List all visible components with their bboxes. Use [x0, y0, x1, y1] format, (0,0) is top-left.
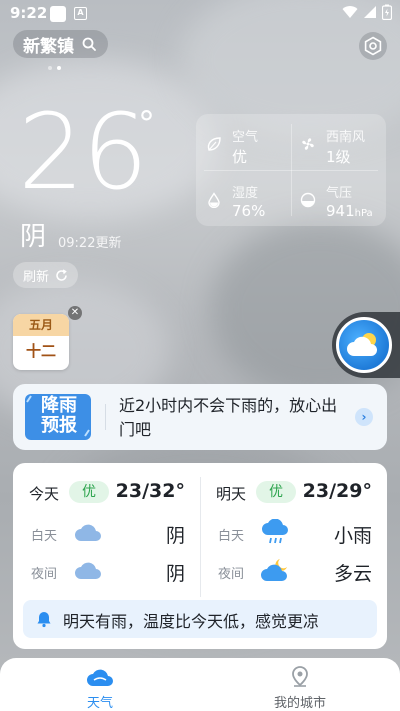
wind-metric: 西南风 1级: [294, 118, 384, 168]
a-notification-icon: A: [74, 7, 87, 20]
today-night-condition: 阴: [165, 563, 185, 585]
badge-line-1: 降雨: [41, 395, 77, 416]
chevron-right-icon[interactable]: ›: [355, 408, 373, 426]
status-bar: 9:22 A: [0, 0, 400, 28]
signal-icon: [364, 6, 376, 18]
today-night-row: 夜间 阴: [29, 555, 193, 585]
today-temp-range: 23/32°: [115, 480, 185, 502]
forecast-tip: 明天有雨，温度比今天低，感觉更凉: [23, 600, 377, 638]
lunar-day: 十二: [25, 342, 56, 360]
rain-forecast-banner[interactable]: 降雨 预报 近2小时内不会下雨的，放心出门吧 ›: [13, 384, 387, 450]
daily-forecast-card[interactable]: 今天 优 23/32° 白天 阴 夜间 阴 明天 优 23/29° 白天 小雨 …: [13, 463, 387, 649]
refresh-label: 刷新: [23, 269, 50, 285]
tomorrow-temp-range: 23/29°: [302, 480, 372, 502]
cloud-icon: [75, 524, 101, 541]
rain-forecast-badge: 降雨 预报: [23, 392, 95, 442]
tomorrow-day-condition: 小雨: [333, 525, 372, 547]
today-label: 今天: [29, 485, 60, 503]
tab-my-cities-label: 我的城市: [273, 696, 326, 711]
tomorrow-night-condition: 多云: [333, 563, 372, 585]
notification-icon: [50, 6, 66, 22]
close-icon[interactable]: ✕: [68, 306, 82, 320]
battery-charging-icon: [382, 4, 392, 20]
moon-cloud-icon: [261, 559, 287, 581]
search-icon: [82, 37, 96, 51]
location-pin-icon: [292, 666, 308, 687]
tab-weather[interactable]: 天气: [0, 658, 200, 711]
partly-cloudy-icon: [336, 317, 392, 373]
tab-weather-label: 天气: [86, 696, 113, 711]
tomorrow-label: 明天: [216, 485, 247, 503]
rain-cloud-icon: [262, 519, 288, 544]
tomorrow-aqi-badge: 优: [256, 481, 296, 503]
today-day-condition: 阴: [165, 525, 185, 547]
settings-button[interactable]: [359, 32, 387, 60]
tomorrow-forecast[interactable]: 明天 优 23/29° 白天 小雨 夜间 多云: [200, 463, 380, 603]
current-temperature: 26: [18, 91, 148, 213]
badge-line-2: 预报: [41, 415, 77, 436]
location-name: 新繁镇: [23, 36, 74, 57]
humidity-metric: 湿度 76%: [200, 174, 290, 224]
air-quality-metric: 空气 优: [200, 118, 290, 168]
location-selector[interactable]: 新繁镇: [13, 30, 108, 58]
lunar-month: 五月: [13, 314, 69, 336]
pressure-metric: 气压 941hPa: [294, 174, 384, 224]
leaf-icon: [207, 137, 221, 151]
cloud-icon: [75, 562, 101, 579]
tomorrow-day-row: 白天 小雨: [216, 517, 380, 547]
tomorrow-night-row: 夜间 多云: [216, 555, 380, 585]
refresh-button[interactable]: 刷新: [13, 262, 79, 288]
today-aqi-badge: 优: [69, 481, 109, 503]
refresh-icon: [56, 268, 67, 281]
wifi-icon: [342, 6, 358, 19]
gear-icon: [364, 36, 382, 56]
page-indicator: [48, 66, 61, 70]
pressure-value: 941: [326, 202, 355, 220]
weather-metrics-card: 空气 优 西南风 1级 湿度 76% 气压 941hPa: [196, 114, 386, 226]
forecast-tip-text: 明天有雨，温度比今天低，感觉更凉: [63, 612, 320, 631]
degree-symbol: °: [138, 104, 155, 144]
weather-tab-icon: [87, 669, 113, 686]
bottom-navigation: 天气 我的城市: [0, 658, 400, 711]
update-time: 09:22更新: [58, 236, 122, 251]
current-condition: 阴: [20, 222, 47, 252]
floating-weather-button[interactable]: [332, 312, 400, 378]
rain-forecast-text: 近2小时内不会下雨的，放心出门吧: [119, 396, 338, 439]
today-forecast[interactable]: 今天 优 23/32° 白天 阴 夜间 阴: [13, 463, 193, 603]
droplet-icon: [208, 192, 220, 208]
tab-my-cities[interactable]: 我的城市: [200, 658, 400, 711]
fan-icon: [302, 138, 314, 150]
lunar-calendar-widget[interactable]: 五月 十二: [13, 314, 69, 370]
status-time: 9:22: [10, 4, 48, 22]
bell-icon: [37, 612, 51, 628]
today-day-row: 白天 阴: [29, 517, 193, 547]
gauge-icon: [300, 192, 316, 208]
pressure-unit: hPa: [354, 208, 373, 219]
